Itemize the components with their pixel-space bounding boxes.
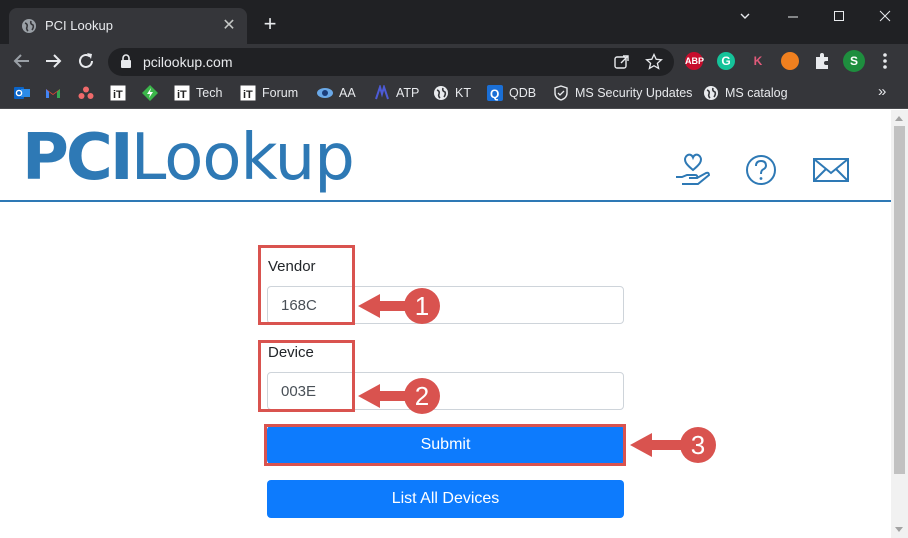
puzzle-icon[interactable] bbox=[812, 51, 832, 71]
reload-icon[interactable] bbox=[75, 50, 97, 72]
share-icon[interactable] bbox=[613, 53, 631, 71]
close-icon bbox=[879, 10, 891, 22]
globe-icon bbox=[704, 86, 718, 100]
eye-icon bbox=[317, 88, 333, 98]
scroll-up-arrow-icon[interactable] bbox=[895, 116, 903, 121]
bookmark-label: Forum bbox=[262, 86, 299, 100]
green-diamond-icon bbox=[142, 85, 158, 101]
it-logo-icon: iT bbox=[110, 85, 126, 101]
bookmark-label: MS catalog bbox=[725, 86, 788, 100]
minimize-icon bbox=[788, 16, 798, 18]
help-icon[interactable] bbox=[741, 150, 781, 190]
profile-avatar[interactable]: S bbox=[843, 50, 865, 72]
donate-icon[interactable] bbox=[673, 150, 713, 190]
shield-icon bbox=[554, 85, 568, 101]
callout-arrow-1: 1 bbox=[356, 284, 452, 328]
scroll-down-arrow-icon[interactable] bbox=[895, 527, 903, 532]
bookmark-label: AA bbox=[339, 86, 356, 100]
adblock-plus-icon[interactable]: ABP bbox=[685, 52, 704, 70]
forward-arrow-icon[interactable] bbox=[42, 50, 64, 72]
maximize-button[interactable] bbox=[816, 4, 862, 28]
address-bar[interactable]: pcilookup.com bbox=[108, 48, 674, 76]
header-divider bbox=[0, 200, 891, 202]
svg-text:Q: Q bbox=[490, 87, 499, 101]
grammarly-icon[interactable]: G bbox=[717, 52, 735, 70]
submit-highlight-box bbox=[264, 424, 626, 466]
kaspersky-icon[interactable]: K bbox=[749, 52, 767, 70]
svg-text:iT: iT bbox=[113, 89, 123, 101]
logo-lookup: Lookup bbox=[130, 121, 355, 195]
callout-number: 2 bbox=[414, 381, 430, 411]
bookmark-label: ATP bbox=[396, 86, 420, 100]
browser-toolbar: pcilookup.com ABP G K S bbox=[0, 44, 908, 78]
asana-icon bbox=[78, 86, 94, 99]
page-scrollbar[interactable] bbox=[891, 110, 908, 538]
callout-number: 1 bbox=[414, 291, 430, 321]
double-chevron-icon: » bbox=[878, 83, 887, 100]
svg-text:iT: iT bbox=[243, 89, 253, 101]
orange-extension-icon[interactable] bbox=[781, 52, 799, 70]
bookmark-label: Tech bbox=[196, 86, 223, 100]
callout-number: 3 bbox=[690, 430, 706, 460]
gmail-icon bbox=[46, 89, 60, 98]
new-tab-button[interactable]: + bbox=[259, 13, 281, 35]
svg-text:iT: iT bbox=[177, 89, 187, 101]
globe-icon bbox=[434, 86, 448, 100]
scroll-thumb[interactable] bbox=[894, 126, 905, 474]
page-content: PCILookup Vendor Device Submit List All … bbox=[0, 110, 891, 538]
close-window-button[interactable] bbox=[862, 4, 908, 28]
url-text[interactable]: pcilookup.com bbox=[143, 54, 233, 70]
q-logo-icon: Q bbox=[487, 85, 503, 101]
callout-arrow-2: 2 bbox=[356, 374, 452, 418]
site-logo[interactable]: PCILookup bbox=[22, 121, 355, 195]
maximize-icon bbox=[834, 11, 844, 21]
atp-icon bbox=[375, 85, 389, 100]
lock-icon[interactable] bbox=[120, 54, 132, 69]
browser-tab[interactable]: PCI Lookup ✕ bbox=[9, 8, 247, 44]
globe-icon bbox=[22, 19, 36, 33]
tab-strip: PCI Lookup ✕ + bbox=[0, 0, 908, 44]
back-arrow-icon[interactable] bbox=[11, 50, 33, 72]
it-logo-icon: iT bbox=[174, 85, 190, 101]
menu-dots-icon[interactable] bbox=[876, 50, 894, 72]
list-all-devices-button[interactable]: List All Devices bbox=[267, 480, 624, 518]
tab-title: PCI Lookup bbox=[45, 18, 113, 33]
minimize-button[interactable] bbox=[770, 4, 816, 28]
bookmark-star-icon[interactable] bbox=[645, 53, 663, 71]
bookmark-label: KT bbox=[455, 86, 471, 100]
bookmarks-bar: iT iT Tech iT Forum AA ATP KT Q QDB MS S… bbox=[0, 78, 908, 109]
tab-search-button[interactable] bbox=[722, 4, 768, 28]
bookmark-label: MS Security Updates bbox=[575, 86, 693, 100]
chevron-down-icon bbox=[740, 13, 750, 19]
it-logo-icon: iT bbox=[240, 85, 256, 101]
callout-arrow-3: 3 bbox=[628, 423, 724, 467]
logo-pci: PCI bbox=[22, 121, 134, 195]
bookmark-label: QDB bbox=[509, 86, 537, 100]
bookmarks-overflow-button[interactable]: » bbox=[878, 83, 886, 101]
vendor-highlight-box bbox=[258, 245, 355, 325]
outlook-icon bbox=[14, 87, 30, 99]
tab-close-icon[interactable]: ✕ bbox=[220, 17, 238, 35]
device-highlight-box bbox=[258, 340, 355, 412]
mail-icon[interactable] bbox=[811, 150, 851, 190]
